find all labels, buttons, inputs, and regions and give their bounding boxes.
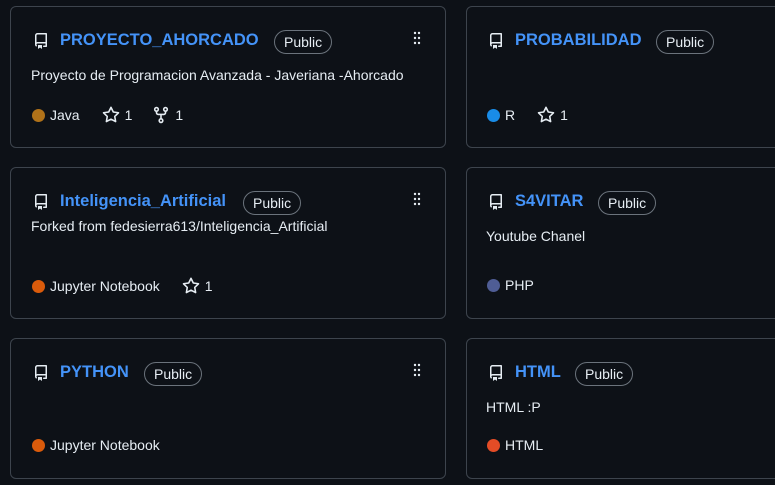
language-label: R [505,107,516,123]
language-color-dot [487,438,500,452]
repo-description: Proyecto de Programacion Avanzada - Jave… [31,67,404,83]
forks-link[interactable]: 1 [152,106,183,124]
stars-count: 1 [204,278,213,294]
drag-handle-icon[interactable] [413,363,421,377]
language: PHP [487,277,534,293]
language: Jupyter Notebook [32,278,160,294]
repo-name-link[interactable]: PROYECTO_AHORCADO [60,31,259,50]
forks-count: 1 [175,107,184,123]
repo-name-link[interactable]: S4VITAR [515,192,583,211]
repo-description: HTML :P [486,399,541,415]
repo-icon [35,33,47,49]
visibility-badge: Public [598,191,657,215]
repo-meta: HTML [487,437,543,453]
language-color-dot [32,279,45,293]
visibility-badge: Public [144,362,203,386]
repo-name-link[interactable]: PROBABILIDAD [515,31,642,50]
stars-link[interactable]: 1 [537,106,568,124]
forked-from-text[interactable]: Forked from fedesierra613/Inteligencia_A… [31,218,327,234]
language-label: Jupyter Notebook [50,437,160,453]
visibility-badge: Public [575,362,634,386]
stars-link[interactable]: 1 [182,277,213,295]
stars-count: 1 [560,107,568,123]
stars-count: 1 [124,107,133,123]
language-color-dot [487,108,500,122]
stars-link[interactable]: 1 [102,106,133,124]
repo-meta: Jupyter Notebook 1 [32,277,213,295]
drag-handle-icon[interactable] [413,31,421,45]
language-label: PHP [505,277,534,293]
visibility-badge: Public [243,191,302,215]
repo-icon [490,365,502,381]
fork-icon [154,106,169,124]
repo-meta: PHP [487,277,534,293]
star-icon [537,106,555,123]
repo-icon [490,194,502,210]
repo-name-link[interactable]: PYTHON [60,363,129,382]
language: R [487,107,515,123]
visibility-badge: Public [274,30,333,54]
repo-name-link[interactable]: Inteligencia_Artificial [60,192,226,211]
language-color-dot [487,278,500,292]
language-color-dot [32,108,45,122]
language: Jupyter Notebook [32,437,160,453]
star-icon [182,277,200,294]
repo-name-link[interactable]: HTML [515,363,561,382]
language-color-dot [32,438,45,452]
repo-meta: R 1 [487,106,568,124]
visibility-badge: Public [656,30,715,54]
repo-icon [35,365,47,381]
repo-description: Youtube Chanel [486,228,586,244]
repo-meta: Java 1 1 [32,106,183,124]
language: Java [32,107,80,123]
language-label: Java [50,107,80,123]
drag-handle-icon[interactable] [413,192,421,206]
repo-meta: Jupyter Notebook [32,437,160,453]
star-icon [102,106,119,123]
repo-card: Inteligencia_Artificial Public Forked fr… [10,167,446,319]
repo-card: PROBABILIDAD Public R 1 [466,6,775,148]
language-label: Jupyter Notebook [50,278,160,294]
repo-card: PROYECTO_AHORCADO Public Proyecto de Pro… [10,6,446,148]
repo-icon [490,33,502,49]
language: HTML [487,437,543,453]
repo-card: PYTHON Public Jupyter Notebook [10,338,446,479]
repo-icon [35,194,47,210]
language-label: HTML [505,437,544,453]
repo-card: S4VITAR Public Youtube Chanel PHP [466,167,775,319]
repo-card: HTML Public HTML :P HTML [466,338,775,479]
